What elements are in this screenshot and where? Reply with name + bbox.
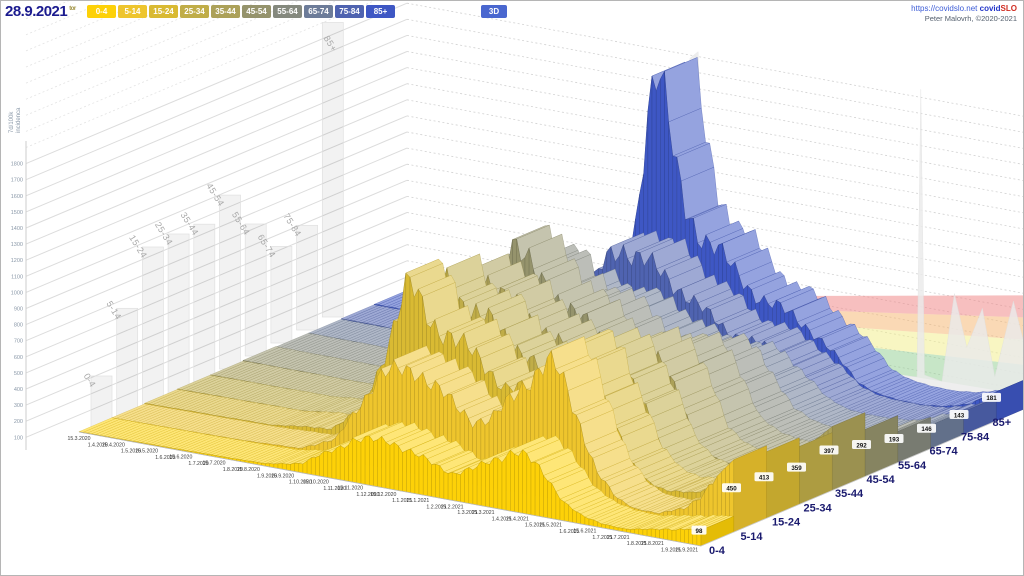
- svg-text:0-4: 0-4: [709, 545, 726, 557]
- age-button-45-54[interactable]: 45-54: [242, 5, 271, 18]
- svg-text:500: 500: [14, 371, 23, 377]
- svg-text:359: 359: [791, 465, 802, 472]
- svg-text:450: 450: [726, 486, 737, 493]
- svg-text:900: 900: [14, 307, 23, 313]
- svg-text:146: 146: [921, 426, 932, 433]
- svg-text:1000: 1000: [11, 290, 23, 296]
- svg-text:397: 397: [824, 448, 835, 455]
- svg-text:300: 300: [14, 403, 23, 409]
- site-url-link[interactable]: https://covidslo.net: [911, 4, 977, 13]
- svg-text:35-44: 35-44: [835, 488, 864, 500]
- age-button-85+[interactable]: 85+: [366, 5, 395, 18]
- svg-text:700: 700: [14, 339, 23, 345]
- svg-text:45-54: 45-54: [867, 474, 896, 486]
- incidence-3d-chart: 100 200 300 400 500 600 700 800 900 1000 1100 1200 1…: [1, 1, 1023, 575]
- svg-text:15.11.2020: 15.11.2020: [337, 486, 363, 492]
- svg-text:25-34: 25-34: [804, 502, 833, 514]
- svg-text:1400: 1400: [11, 226, 23, 232]
- selected-weekday: tor: [69, 6, 76, 12]
- svg-text:413: 413: [759, 475, 770, 482]
- svg-text:15.3.2020: 15.3.2020: [67, 436, 90, 442]
- svg-text:1800: 1800: [11, 162, 23, 168]
- svg-text:1200: 1200: [11, 258, 23, 264]
- svg-text:100: 100: [14, 435, 23, 441]
- svg-text:15.3.2021: 15.3.2021: [471, 510, 494, 516]
- svg-text:15.4.2020: 15.4.2020: [102, 442, 125, 448]
- svg-text:1600: 1600: [11, 194, 23, 200]
- svg-text:25-34: 25-34: [153, 220, 175, 247]
- value-axis-labels: 100 200 300 400 500 600 700 800 900 1000 1100 1200 1…: [9, 107, 23, 441]
- svg-text:1100: 1100: [11, 274, 23, 280]
- covidslo-app: 100 200 300 400 500 600 700 800 900 1000 1100 1200 1…: [0, 0, 1024, 576]
- svg-text:15.7.2020: 15.7.2020: [202, 461, 225, 467]
- site-credit-block: https://covidslo.net covidSLO Peter Malo…: [911, 4, 1017, 24]
- svg-text:75-84: 75-84: [961, 431, 990, 443]
- svg-text:15.7.2021: 15.7.2021: [606, 535, 629, 541]
- svg-text:15-24: 15-24: [127, 233, 149, 260]
- mode-3d-button[interactable]: 3D: [481, 5, 507, 18]
- age-button-5-14[interactable]: 5-14: [118, 5, 147, 18]
- svg-text:45-54: 45-54: [204, 181, 226, 208]
- svg-text:35-44: 35-44: [179, 210, 201, 237]
- svg-text:400: 400: [14, 387, 23, 393]
- age-button-35-44[interactable]: 35-44: [211, 5, 240, 18]
- svg-text:181: 181: [986, 395, 997, 402]
- svg-text:15.8.2020: 15.8.2020: [237, 467, 260, 473]
- svg-text:55-64: 55-64: [898, 460, 927, 472]
- svg-text:98: 98: [696, 528, 703, 535]
- brand-covid: covid: [980, 4, 1001, 13]
- header-bar: 28.9.2021tor 0-45-1415-2425-3435-4445-54…: [1, 1, 1023, 25]
- svg-text:15-24: 15-24: [772, 517, 801, 529]
- svg-text:143: 143: [954, 412, 965, 419]
- svg-text:193: 193: [889, 436, 900, 443]
- age-button-55-64[interactable]: 55-64: [273, 5, 302, 18]
- svg-text:15.1.2021: 15.1.2021: [406, 498, 429, 504]
- site-line: https://covidslo.net covidSLO: [911, 4, 1017, 14]
- svg-text:292: 292: [856, 442, 867, 449]
- svg-text:65-74: 65-74: [930, 446, 959, 458]
- brand-slo: SLO: [1001, 4, 1017, 13]
- age-button-65-74[interactable]: 65-74: [304, 5, 333, 18]
- svg-text:1700: 1700: [11, 178, 23, 184]
- age-button-15-24[interactable]: 15-24: [149, 5, 178, 18]
- svg-text:5-14: 5-14: [741, 531, 764, 543]
- svg-text:800: 800: [14, 323, 23, 329]
- svg-text:15.6.2020: 15.6.2020: [169, 455, 192, 461]
- svg-text:15.4.2021: 15.4.2021: [506, 516, 529, 522]
- svg-text:1500: 1500: [11, 210, 23, 216]
- age-button-25-34[interactable]: 25-34: [180, 5, 209, 18]
- author-credit: Peter Malovrh, ©2020-2021: [911, 14, 1017, 24]
- svg-text:incidenca: incidenca: [16, 107, 22, 133]
- svg-text:15.8.2021: 15.8.2021: [641, 541, 664, 547]
- svg-text:600: 600: [14, 355, 23, 361]
- svg-text:85+: 85+: [993, 417, 1012, 429]
- selected-date[interactable]: 28.9.2021tor: [5, 3, 76, 20]
- svg-text:15.9.2021: 15.9.2021: [675, 547, 698, 553]
- svg-text:15.5.2020: 15.5.2020: [135, 448, 158, 454]
- svg-text:15.6.2021: 15.6.2021: [573, 529, 596, 535]
- selected-date-value: 28.9.2021: [5, 3, 67, 20]
- age-button-75-84[interactable]: 75-84: [335, 5, 364, 18]
- svg-text:1300: 1300: [11, 242, 23, 248]
- svg-text:15.10.2020: 15.10.2020: [303, 479, 329, 485]
- svg-text:15.9.2020: 15.9.2020: [271, 473, 294, 479]
- svg-text:200: 200: [14, 419, 23, 425]
- age-button-0-4[interactable]: 0-4: [87, 5, 116, 18]
- svg-text:7d/100k: 7d/100k: [9, 111, 15, 133]
- age-filter-buttons: 0-45-1415-2425-3435-4445-5455-6465-7475-…: [87, 5, 397, 23]
- svg-text:15.5.2021: 15.5.2021: [539, 522, 562, 528]
- svg-text:15.12.2020: 15.12.2020: [370, 492, 396, 498]
